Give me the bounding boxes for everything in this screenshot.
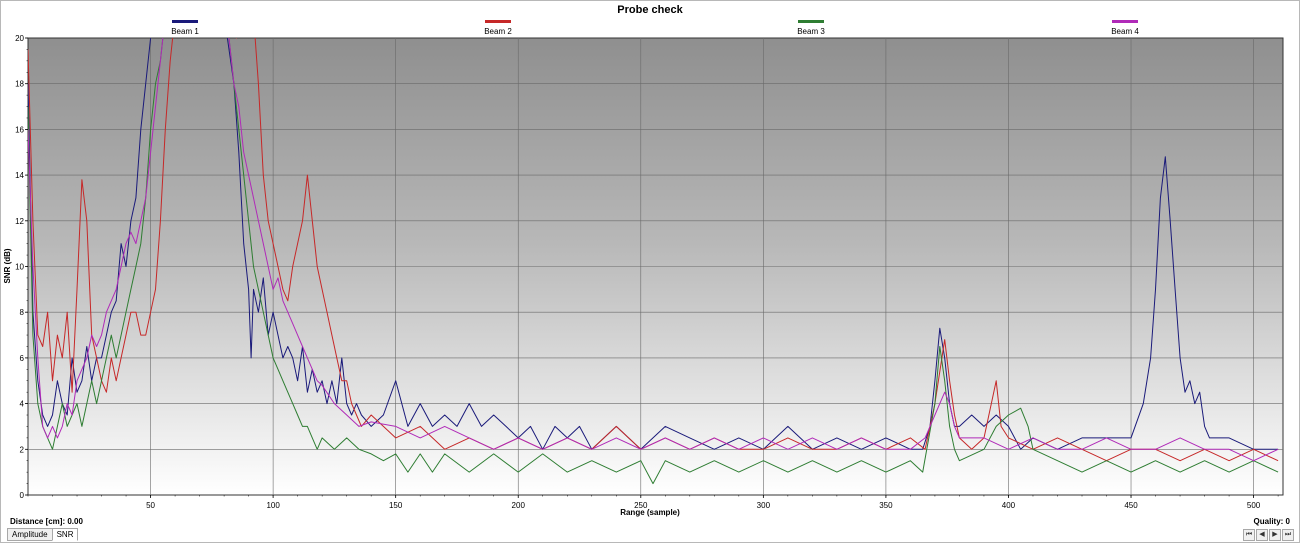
legend-label: Beam 1 <box>171 27 199 36</box>
y-tick-label: 14 <box>15 171 24 180</box>
y-tick-label: 12 <box>15 217 24 226</box>
y-tick-label: 8 <box>20 308 25 317</box>
y-tick-label: 4 <box>20 400 25 409</box>
legend-label: Beam 2 <box>484 27 512 36</box>
x-tick-label: 100 <box>266 501 280 510</box>
x-tick-label: 50 <box>146 501 155 510</box>
x-axis-label: Range (sample) <box>620 508 680 517</box>
legend-swatch <box>485 20 511 23</box>
y-tick-label: 10 <box>15 263 24 272</box>
x-tick-label: 200 <box>512 501 526 510</box>
y-tick-label: 16 <box>15 125 24 134</box>
y-tick-label: 2 <box>20 445 25 454</box>
distance-readout: Distance [cm]: 0.00 <box>10 517 83 526</box>
legend-swatch <box>1112 20 1138 23</box>
tab-strip: Amplitude SNR <box>7 528 79 541</box>
tab-navigation: ⏮ ◀ ▶ ⏭ <box>1242 529 1294 541</box>
legend-swatch <box>798 20 824 23</box>
y-axis-label: SNR (dB) <box>3 248 12 283</box>
legend-label: Beam 3 <box>797 27 825 36</box>
chart-title: Probe check <box>617 4 683 16</box>
previous-tab-button[interactable]: ◀ <box>1256 529 1268 541</box>
x-tick-label: 150 <box>389 501 403 510</box>
x-tick-label: 450 <box>1124 501 1138 510</box>
x-tick-label: 300 <box>757 501 771 510</box>
x-tick-label: 350 <box>879 501 893 510</box>
last-tab-button[interactable]: ⏭ <box>1282 529 1294 541</box>
y-tick-label: 0 <box>20 491 25 500</box>
legend: Beam 1 Beam 2 Beam 3 Beam 4 <box>171 20 1139 36</box>
quality-readout: Quality: 0 <box>1253 517 1290 526</box>
x-tick-label: 500 <box>1247 501 1261 510</box>
y-tick-label: 6 <box>20 354 25 363</box>
first-tab-button[interactable]: ⏮ <box>1243 529 1255 541</box>
y-tick-label: 18 <box>15 80 24 89</box>
x-tick-label: 400 <box>1002 501 1016 510</box>
probe-check-chart: Probe check Beam 1 Beam 2 Beam 3 Beam 4 0 2 4… <box>3 4 1284 517</box>
legend-swatch <box>172 20 198 23</box>
y-axis: 0 2 4 6 8 10 12 14 16 18 20 <box>15 34 28 500</box>
y-tick-label: 20 <box>15 34 24 43</box>
tab-amplitude[interactable]: Amplitude <box>7 528 53 541</box>
next-tab-button[interactable]: ▶ <box>1269 529 1281 541</box>
tab-snr[interactable]: SNR <box>51 528 79 541</box>
legend-label: Beam 4 <box>1111 27 1139 36</box>
